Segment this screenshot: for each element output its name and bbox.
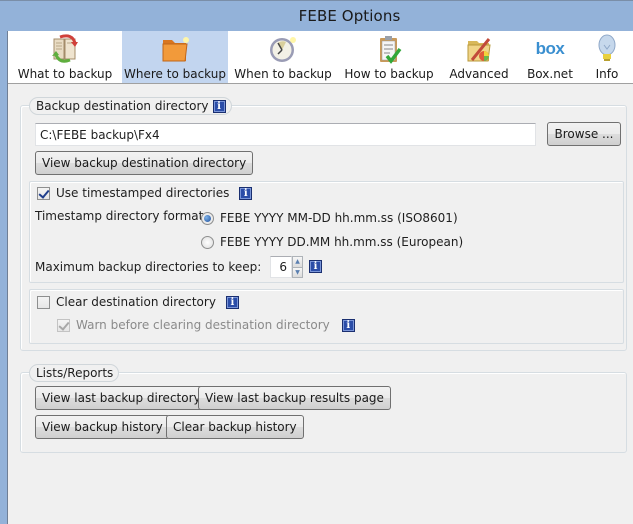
folder-icon: [162, 37, 189, 62]
info-icon[interactable]: i: [341, 318, 355, 332]
tab-label: What to backup: [17, 67, 113, 81]
group-title: Backup destination directory: [36, 99, 209, 113]
box-logo-text: box: [535, 39, 565, 58]
title-bar[interactable]: FEBE Options: [0, 1, 633, 31]
clipboard-check-icon: [380, 36, 402, 64]
clear-destination-checkbox[interactable]: [37, 295, 50, 309]
spinner-down-button[interactable]: ▼: [293, 266, 302, 277]
use-timestamped-row: Use timestamped directories i: [37, 186, 253, 200]
group-title: Lists/Reports: [36, 366, 114, 380]
window-frame-left: [0, 31, 8, 524]
tab-label: When to backup: [234, 67, 332, 81]
timestamp-options-group: Use timestamped directories i Timestamp …: [29, 181, 624, 283]
clear-destination-group: Clear destination directory i Warn befor…: [29, 289, 624, 344]
info-icon[interactable]: i: [212, 99, 226, 113]
group-legend: Lists/Reports: [29, 364, 120, 382]
use-timestamped-checkbox[interactable]: [37, 186, 50, 200]
view-last-backup-directory-button[interactable]: View last backup directory: [35, 386, 208, 410]
max-directories-value[interactable]: 6: [270, 256, 292, 278]
format-iso-label[interactable]: FEBE YYYY MM-DD hh.mm.ss (ISO8601): [220, 211, 458, 225]
warn-before-clearing-row: Warn before clearing destination directo…: [57, 318, 355, 332]
format-european-radio[interactable]: [201, 235, 214, 249]
max-directories-label: Maximum backup directories to keep:: [35, 260, 262, 274]
spinner-buttons: ▲ ▼: [292, 256, 303, 278]
tab-what-to-backup[interactable]: What to backup: [8, 31, 122, 83]
timestamp-format-label: Timestamp directory format:: [35, 209, 208, 223]
browse-button[interactable]: Browse ...: [547, 122, 621, 146]
format-european-label[interactable]: FEBE YYYY DD.MM hh.mm.ss (European): [220, 235, 463, 249]
tab-label: Where to backup: [124, 67, 226, 81]
lists-reports-group: Lists/Reports View last backup directory…: [20, 364, 627, 453]
tab-label: Info: [595, 67, 619, 81]
info-icon[interactable]: i: [225, 295, 239, 309]
info-icon[interactable]: i: [239, 186, 253, 200]
tab-label: Advanced: [449, 67, 509, 81]
destination-path-input[interactable]: C:\FEBE backup\Fx4: [35, 123, 536, 146]
clear-destination-label[interactable]: Clear destination directory: [56, 295, 216, 309]
group-legend: Backup destination directory i: [29, 97, 232, 115]
clear-destination-row: Clear destination directory i: [37, 295, 239, 309]
view-destination-directory-button[interactable]: View backup destination directory: [35, 151, 254, 175]
options-toolbar: What to backup Where to backup When to b…: [8, 31, 633, 84]
options-client-area: What to backup Where to backup When to b…: [8, 31, 633, 524]
clock-icon: [270, 37, 296, 62]
view-last-backup-results-button[interactable]: View last backup results page: [198, 386, 391, 410]
tab-label: How to backup: [344, 67, 434, 81]
tab-label: Box.net: [527, 67, 573, 81]
warn-before-clearing-checkbox[interactable]: [57, 318, 70, 332]
info-icon[interactable]: i: [309, 260, 322, 273]
tab-info[interactable]: Info: [582, 31, 632, 83]
tab-where-to-backup[interactable]: Where to backup: [122, 31, 228, 83]
format-option-european[interactable]: FEBE YYYY DD.MM hh.mm.ss (European): [201, 235, 463, 249]
backup-book-icon: [52, 34, 78, 63]
window-title: FEBE Options: [298, 7, 401, 25]
tab-advanced[interactable]: Advanced: [440, 31, 518, 83]
lightbulb-icon: [598, 34, 616, 61]
format-iso-radio[interactable]: [201, 211, 214, 225]
view-backup-history-button[interactable]: View backup history: [35, 415, 170, 439]
tab-box-net[interactable]: box Box.net: [518, 31, 582, 83]
warn-before-clearing-label[interactable]: Warn before clearing destination directo…: [76, 318, 330, 332]
tab-how-to-backup[interactable]: How to backup: [338, 31, 440, 83]
clear-backup-history-button[interactable]: Clear backup history: [166, 415, 304, 439]
backup-destination-group: Backup destination directory i C:\FEBE b…: [20, 97, 627, 351]
use-timestamped-label[interactable]: Use timestamped directories: [56, 186, 229, 200]
box-logo-icon: box: [533, 33, 567, 65]
max-directories-spinner[interactable]: 6 ▲ ▼: [270, 256, 303, 278]
advanced-tools-icon: [467, 38, 491, 62]
timestamp-format-label-row: Timestamp directory format:: [35, 209, 207, 223]
max-directories-row: Maximum backup directories to keep:: [35, 260, 261, 274]
tab-when-to-backup[interactable]: When to backup: [228, 31, 338, 83]
spinner-up-button[interactable]: ▲: [293, 257, 302, 267]
format-option-iso[interactable]: FEBE YYYY MM-DD hh.mm.ss (ISO8601): [201, 211, 458, 225]
